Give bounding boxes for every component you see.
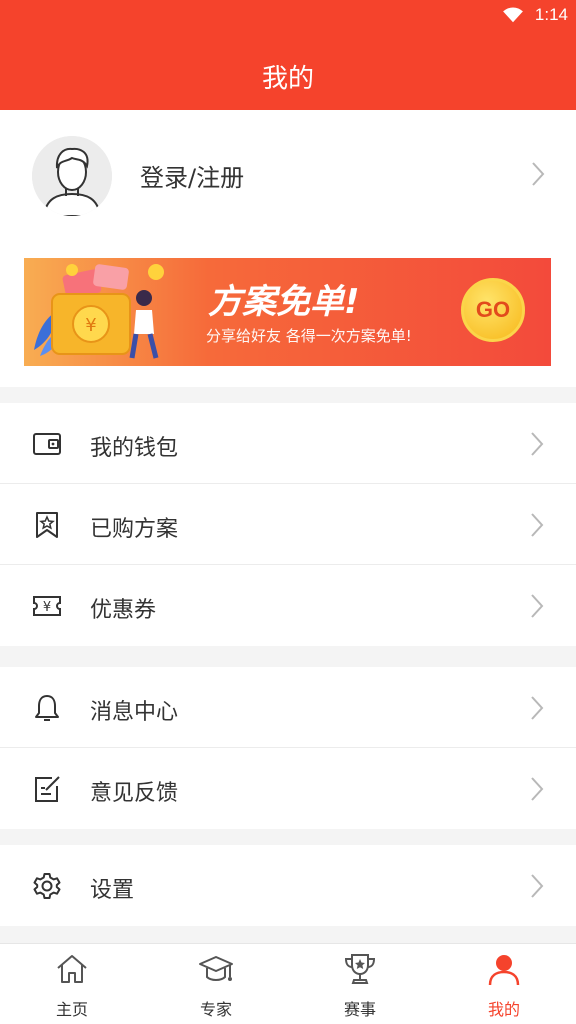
menu-group-account: 我的钱包 已购方案 ¥ 优惠券 [0,403,576,646]
trophy-icon [344,954,376,984]
menu-item-messages[interactable]: 消息中心 [0,667,576,748]
chevron-right-icon [531,874,544,898]
tab-label: 主页 [55,1000,88,1019]
svg-text:¥: ¥ [85,315,96,336]
tab-mine[interactable]: 我的 [432,944,576,1024]
promo-banner[interactable]: ¥ 方案免单! 分享给好友 各得一次方案免单! GO [24,258,551,366]
menu-group-messages: 消息中心 意见反馈 [0,667,576,829]
chevron-right-icon [531,777,544,801]
graduation-cap-icon [199,956,233,981]
tab-label: 我的 [487,1000,520,1019]
coupon-icon: ¥ [33,596,61,616]
menu-item-settings[interactable]: 设置 [0,845,576,926]
status-bar: 1:14 [0,0,576,30]
tab-home[interactable]: 主页 [0,944,144,1024]
menu-item-wallet[interactable]: 我的钱包 [0,403,576,484]
user-avatar-icon [32,136,112,216]
page-title: 我的 [261,64,314,94]
chevron-right-icon [531,594,544,618]
menu-item-label: 我的钱包 [90,436,179,461]
menu-item-label: 消息中心 [90,700,179,725]
banner-subtitle: 分享给好友 各得一次方案免单! [206,327,412,345]
chevron-right-icon [531,432,544,456]
wallet-icon [33,433,61,455]
header: 1:14 我的 [0,0,576,110]
login-register-link[interactable]: 登录/注册 [140,158,244,193]
menu-item-label: 设置 [90,878,135,903]
menu-item-coupons[interactable]: ¥ 优惠券 [0,565,576,646]
menu-item-label: 优惠券 [90,598,157,623]
feedback-icon [35,776,60,802]
gear-icon [33,873,61,899]
go-button[interactable]: GO [461,278,525,342]
menu-item-label: 已购方案 [90,517,179,542]
wifi-icon [503,7,523,23]
svg-text:¥: ¥ [43,600,51,615]
tab-label: 专家 [199,1000,232,1019]
wallet-illustration-icon: ¥ [34,264,164,359]
tab-experts[interactable]: 专家 [144,944,288,1024]
menu-item-feedback[interactable]: 意见反馈 [0,748,576,829]
menu-item-purchased-plans[interactable]: 已购方案 [0,484,576,565]
tab-label: 赛事 [343,1000,376,1019]
avatar[interactable] [32,136,112,216]
home-icon [57,955,87,983]
menu-item-label: 意见反馈 [90,781,179,806]
bottom-tab-bar: 主页 专家 赛事 我的 [0,943,576,1024]
banner-title: 方案免单! [208,282,360,322]
person-icon [488,955,520,986]
profile-section: 登录/注册 ¥ 方案免单! 分享给好友 各得一次方案免单! GO [0,110,576,387]
menu-group-settings: 设置 [0,845,576,926]
tab-matches[interactable]: 赛事 [288,944,432,1024]
chevron-right-icon [531,696,544,720]
chevron-right-icon[interactable] [528,160,548,188]
bookmark-star-icon [36,512,58,538]
status-time: 1:14 [534,5,568,24]
bell-icon [35,695,59,721]
chevron-right-icon [531,513,544,537]
